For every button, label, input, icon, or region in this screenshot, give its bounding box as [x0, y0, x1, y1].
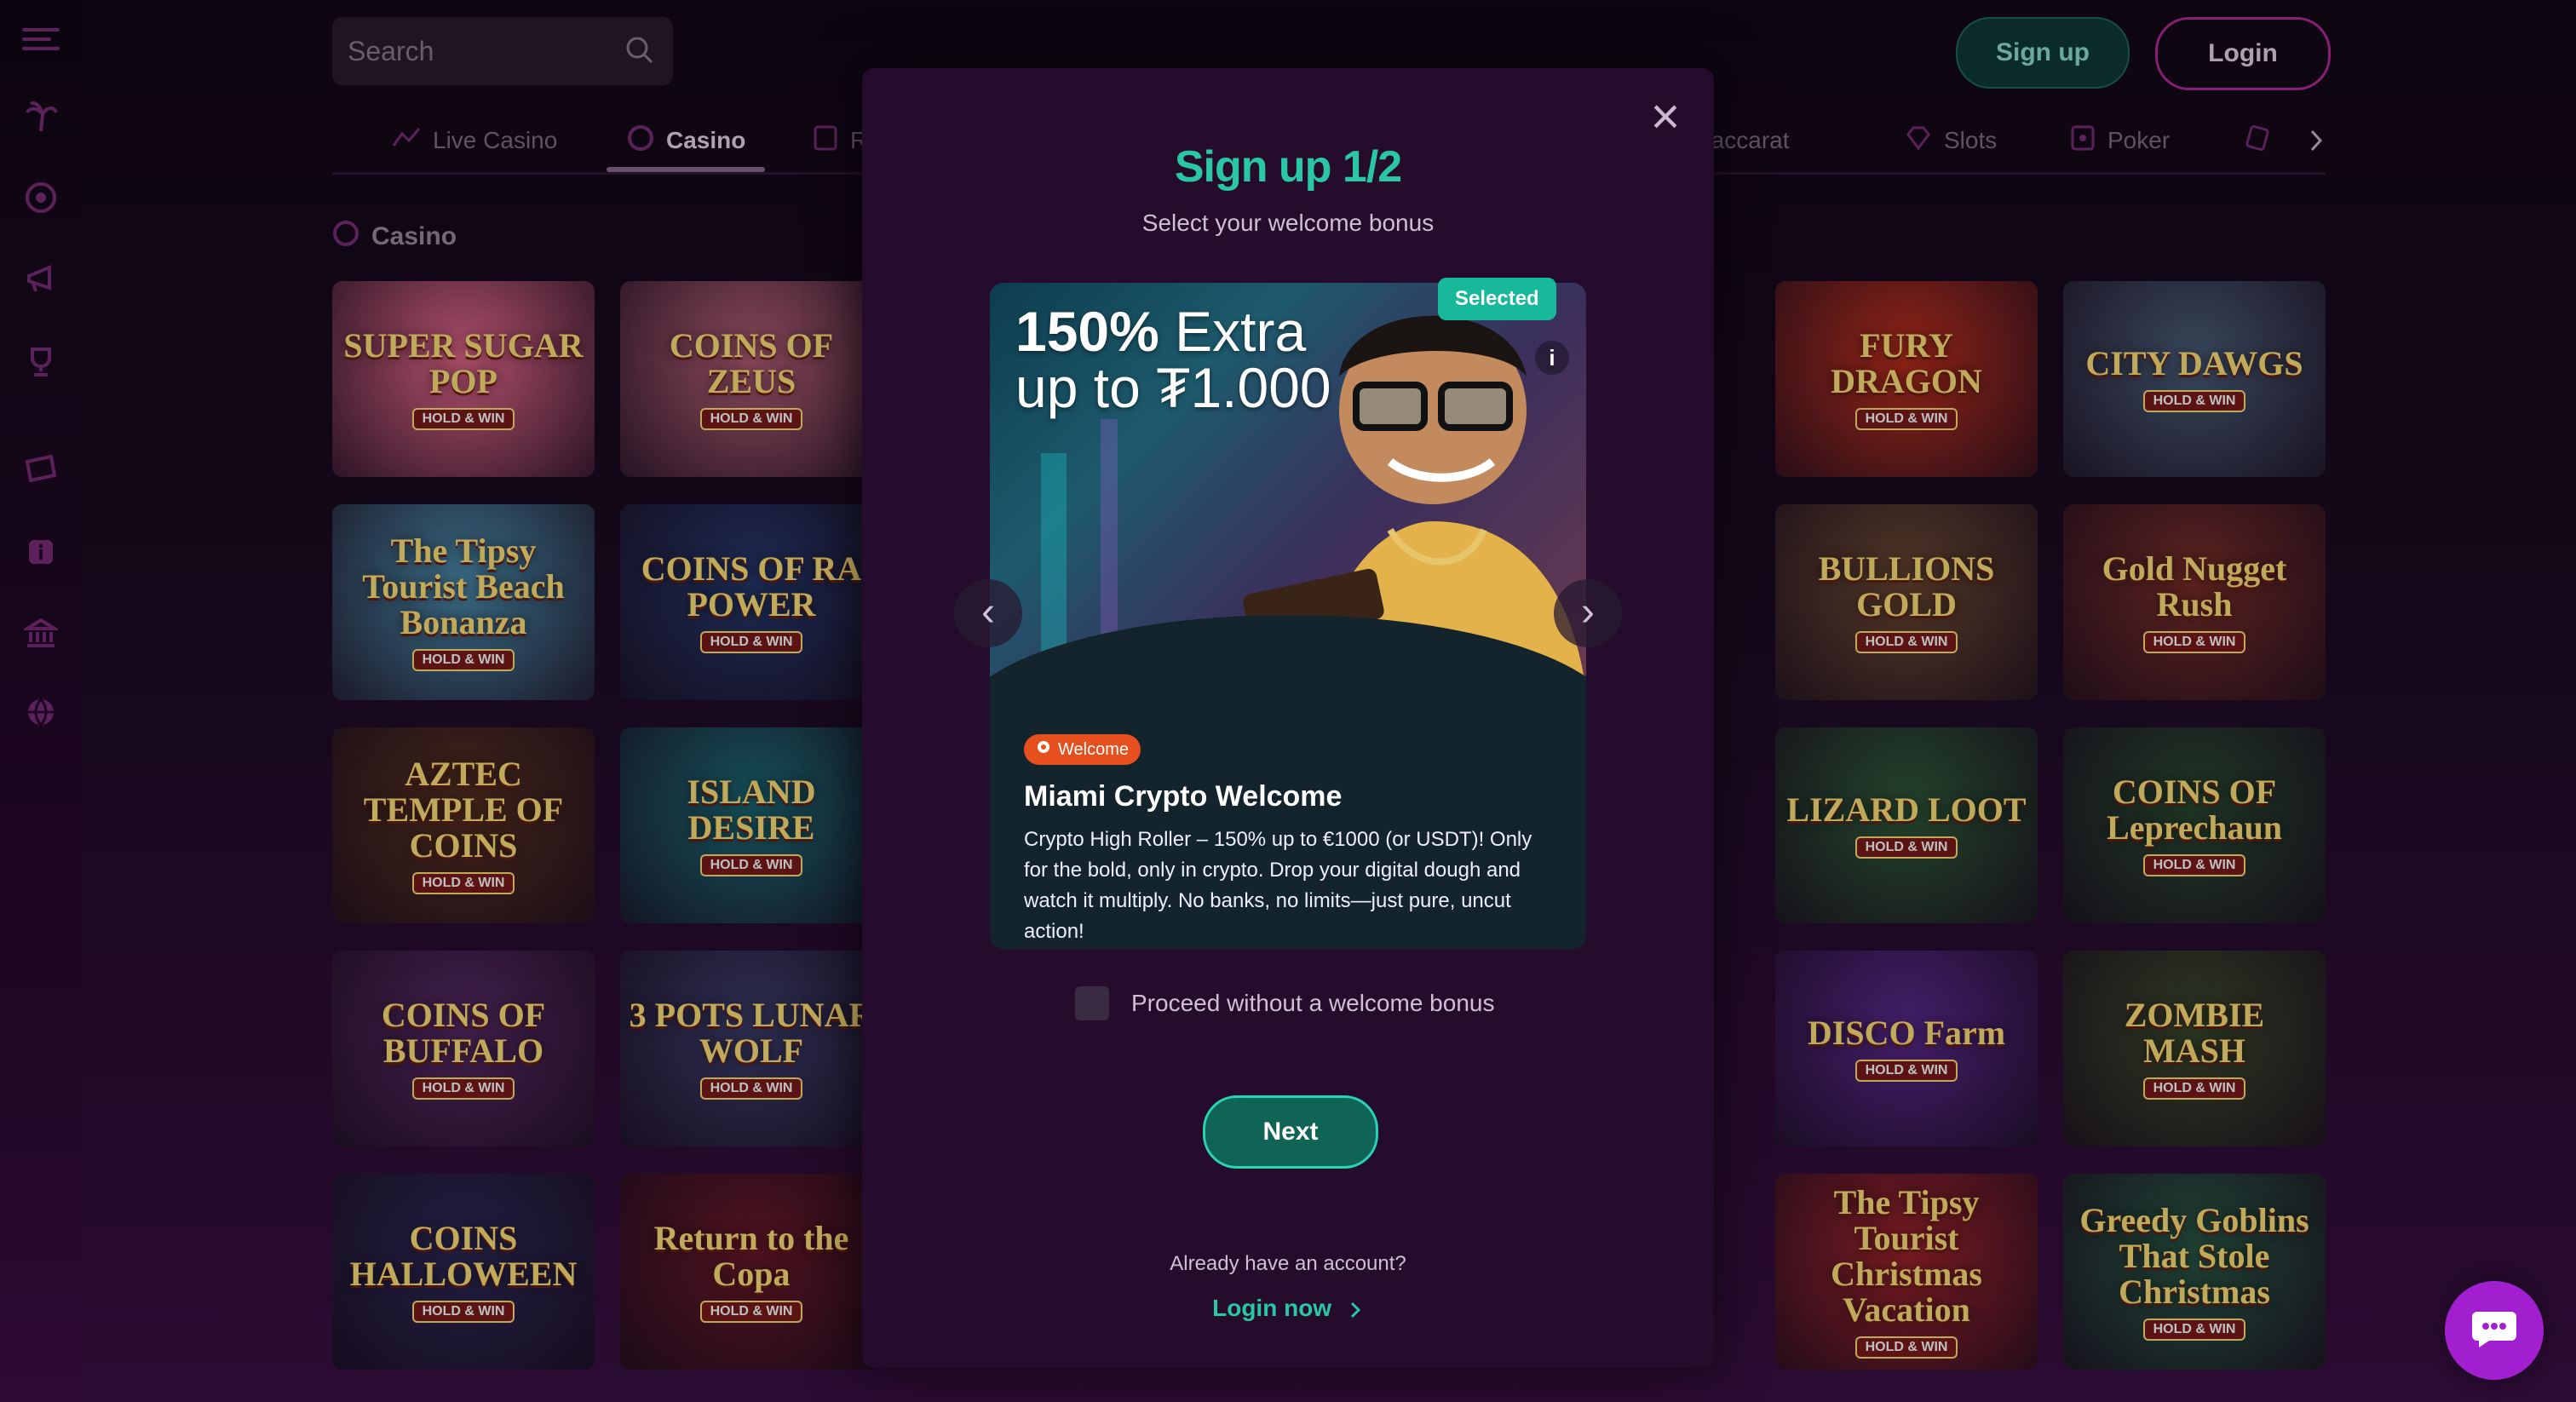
bonus-title: Miami Crypto Welcome — [1024, 780, 1343, 813]
close-icon[interactable]: × — [1642, 91, 1688, 142]
carousel-next-icon[interactable]: › — [1554, 579, 1622, 647]
chevron-right-icon — [1338, 1295, 1364, 1321]
no-bonus-label[interactable]: Proceed without a welcome bonus — [1131, 986, 1494, 1020]
login-now-link[interactable]: Login now — [862, 1295, 1714, 1322]
live-chat-button[interactable] — [2445, 1281, 2544, 1380]
promo-amount: up to ₮1.000 — [1015, 356, 1331, 419]
no-bonus-checkbox[interactable] — [1075, 986, 1109, 1020]
promo-extra: Extra — [1159, 300, 1307, 363]
promo-percent: 150% — [1015, 300, 1159, 363]
welcome-tag: Welcome — [1024, 734, 1141, 765]
signup-modal: × Sign up 1/2 Select your welcome bonus … — [862, 68, 1714, 1368]
modal-title: Sign up 1/2 — [1174, 142, 1402, 192]
already-have-account-text: Already have an account? — [1170, 1252, 1406, 1275]
bonus-description: Crypto High Roller – 150% up to €1000 (o… — [1024, 828, 1532, 943]
chat-bubble-icon — [2470, 1307, 2518, 1355]
modal-subtitle: Select your welcome bonus — [1141, 210, 1435, 236]
bonus-promo-text: 150% Extra up to ₮1.000 — [1015, 303, 1331, 416]
bonus-card[interactable]: 150% Extra up to ₮1.000 i Welcome Miami … — [990, 283, 1586, 949]
carousel-prev-icon[interactable]: ‹ — [954, 579, 1022, 647]
selected-badge: Selected — [1438, 278, 1556, 320]
welcome-tag-icon — [1036, 739, 1051, 760]
info-icon[interactable]: i — [1535, 341, 1569, 375]
next-button[interactable]: Next — [1203, 1095, 1378, 1169]
login-now-label: Login now — [1212, 1295, 1332, 1321]
welcome-tag-label: Welcome — [1058, 739, 1129, 759]
